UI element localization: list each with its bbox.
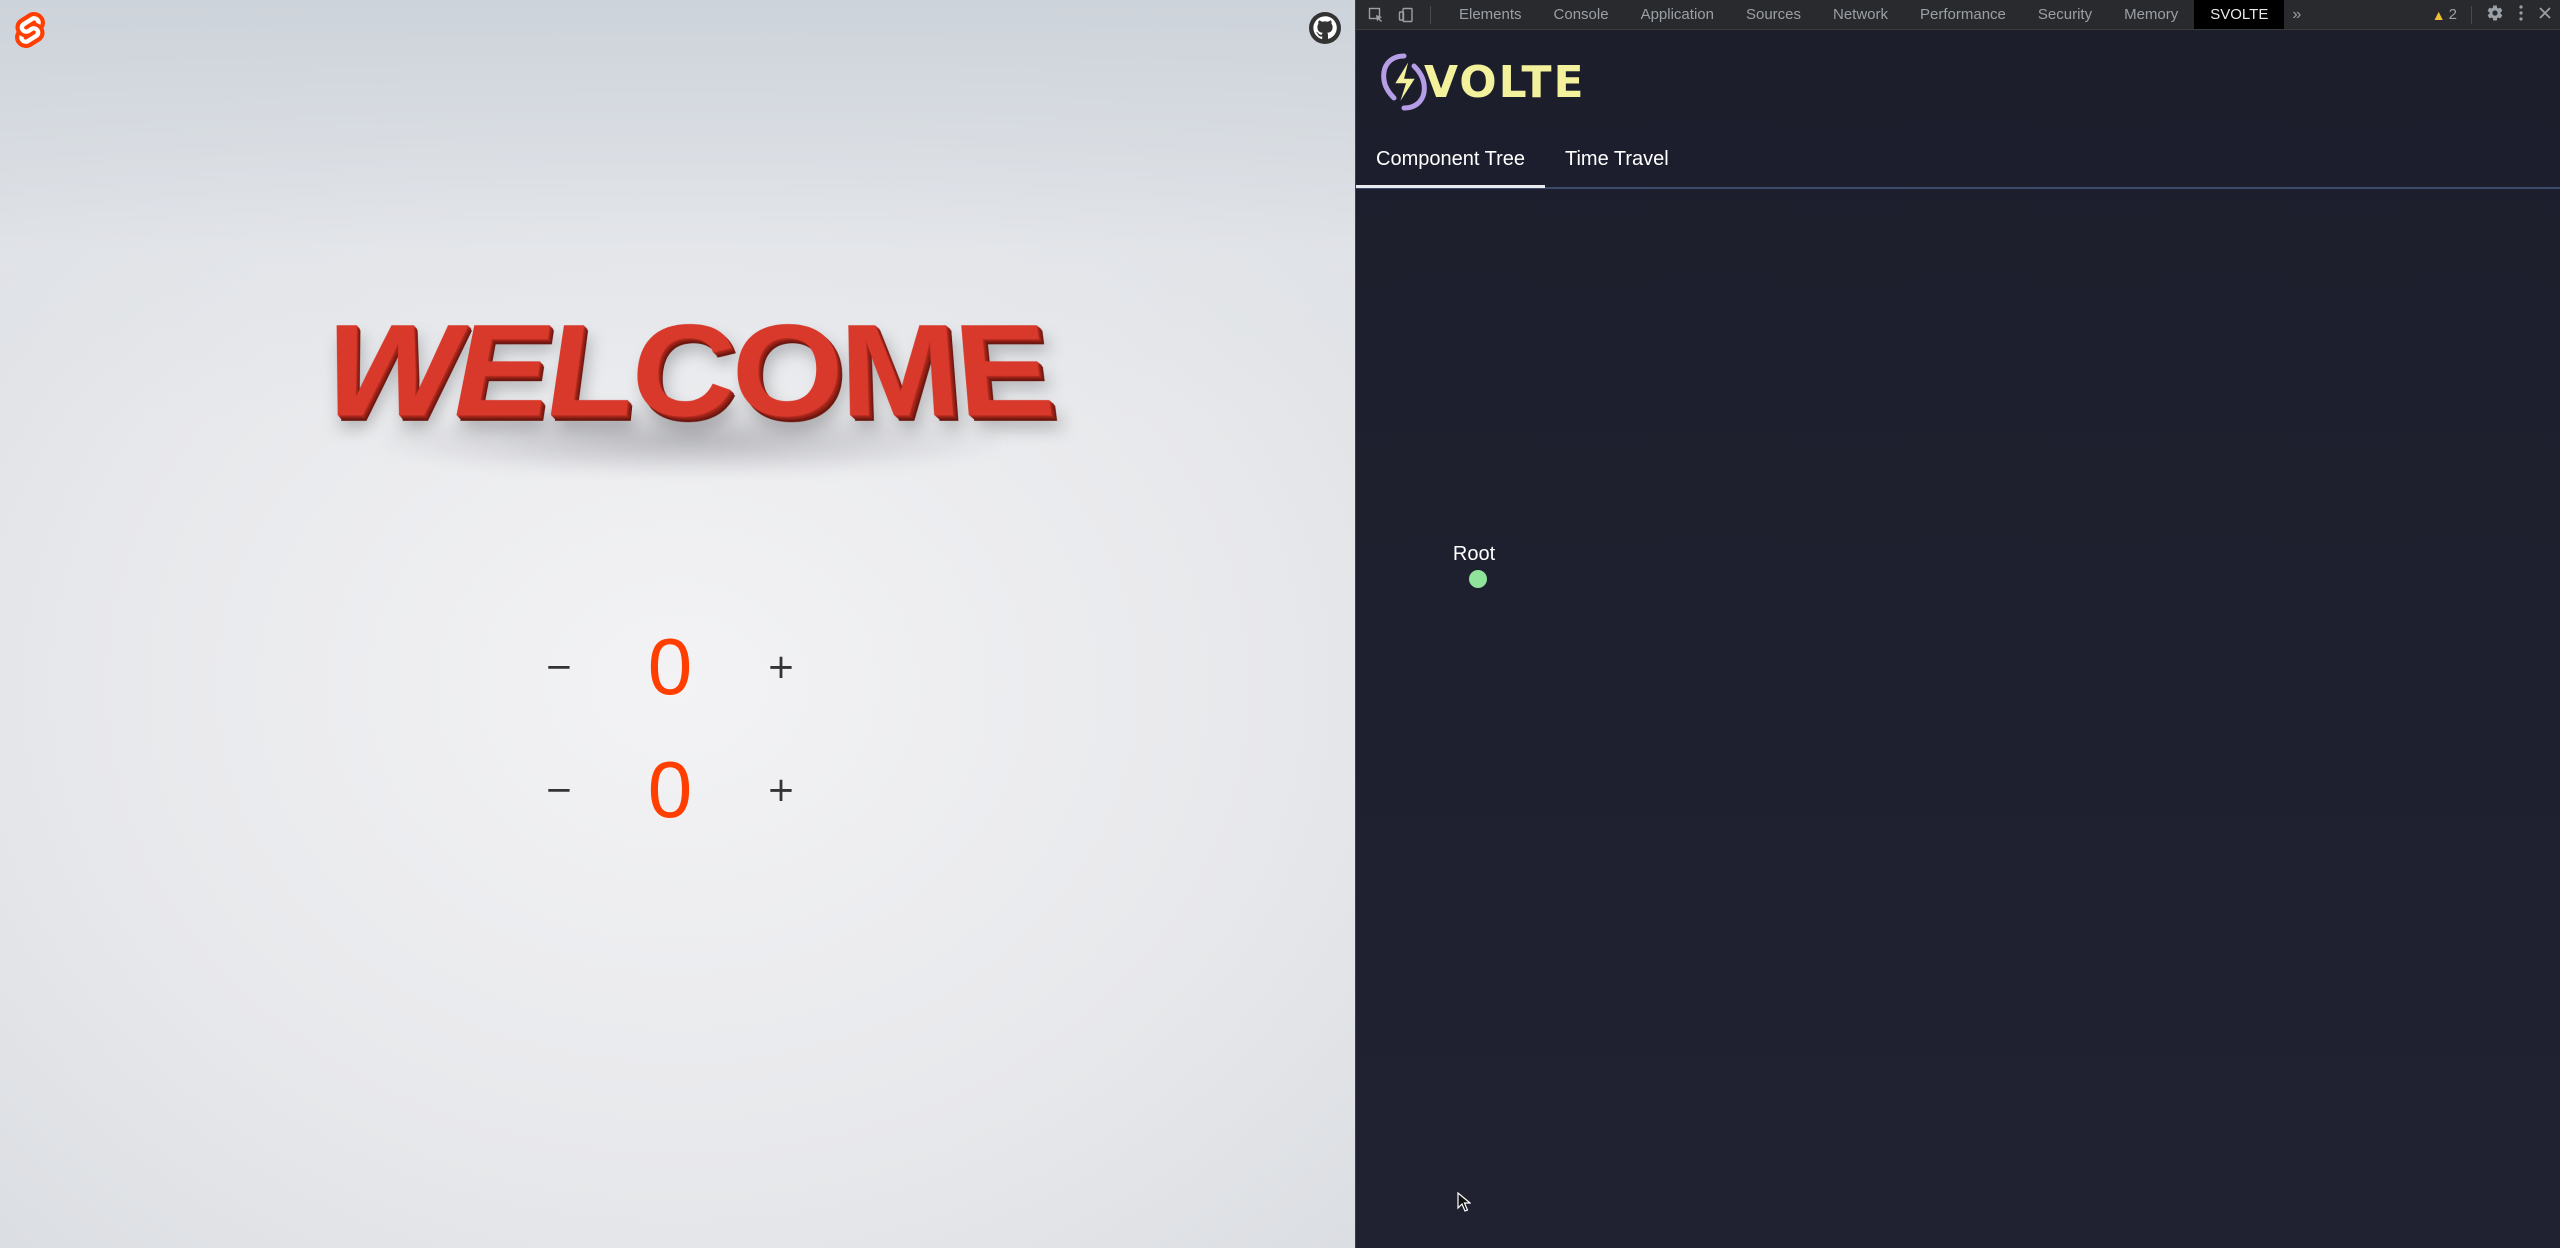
- devtools-toolbar: Elements Console Application Sources Net…: [1356, 0, 2560, 30]
- counter-1: − 0 +: [520, 622, 820, 712]
- counter-value: 0: [647, 745, 693, 834]
- tab-elements[interactable]: Elements: [1443, 0, 1538, 29]
- svolte-logo: VOLTE: [1376, 50, 1586, 114]
- decrement-button[interactable]: −: [520, 751, 598, 829]
- tab-application[interactable]: Application: [1625, 0, 1730, 29]
- tab-sources[interactable]: Sources: [1730, 0, 1817, 29]
- welcome-heading: WELCOME: [303, 298, 1058, 446]
- mouse-cursor-icon: [1457, 1192, 1471, 1212]
- tab-memory[interactable]: Memory: [2108, 0, 2194, 29]
- screen: WELCOME − 0 + − 0 + Elements Console App…: [0, 0, 2560, 1248]
- tab-security[interactable]: Security: [2022, 0, 2108, 29]
- welcome-banner: WELCOME: [300, 255, 1060, 495]
- tab-network[interactable]: Network: [1817, 0, 1904, 29]
- increment-button[interactable]: +: [742, 628, 820, 706]
- svelte-logo-icon[interactable]: [14, 12, 46, 48]
- tree-node-label: Root: [1452, 543, 1496, 565]
- app-pane: WELCOME − 0 + − 0 +: [0, 0, 1355, 1248]
- tab-component-tree[interactable]: Component Tree: [1356, 133, 1545, 188]
- settings-gear-icon[interactable]: [2486, 4, 2504, 26]
- inspect-element-icon[interactable]: [1366, 5, 1386, 25]
- devtools-panel: Elements Console Application Sources Net…: [1355, 0, 2560, 1248]
- tree-node-dot[interactable]: [1469, 570, 1487, 588]
- tab-performance[interactable]: Performance: [1904, 0, 2022, 29]
- tab-console[interactable]: Console: [1538, 0, 1625, 29]
- close-icon[interactable]: [2538, 6, 2552, 24]
- more-tabs-button[interactable]: »: [2284, 6, 2309, 24]
- kebab-menu-icon[interactable]: [2518, 4, 2524, 26]
- toolbar-divider: [1430, 5, 1431, 24]
- toolbar-right: ▲ 2: [2432, 0, 2552, 29]
- counter-value: 0: [647, 622, 693, 711]
- toolbar-divider: [2471, 5, 2472, 24]
- warning-icon: ▲: [2431, 6, 2446, 23]
- increment-button[interactable]: +: [742, 751, 820, 829]
- tab-svolte[interactable]: SVOLTE: [2194, 0, 2285, 29]
- counter-2: − 0 +: [520, 745, 820, 835]
- tab-time-travel[interactable]: Time Travel: [1545, 133, 1689, 185]
- svolte-tab-bar: Component Tree Time Travel: [1356, 133, 2560, 189]
- decrement-button[interactable]: −: [520, 628, 598, 706]
- device-toolbar-icon[interactable]: [1396, 5, 1416, 25]
- warnings-count: 2: [2448, 6, 2457, 23]
- warnings-indicator[interactable]: ▲ 2: [2432, 6, 2457, 23]
- github-icon[interactable]: [1309, 12, 1341, 44]
- tree-node-root[interactable]: Root: [1444, 543, 1504, 588]
- svolte-wordmark: VOLTE: [1424, 56, 1586, 108]
